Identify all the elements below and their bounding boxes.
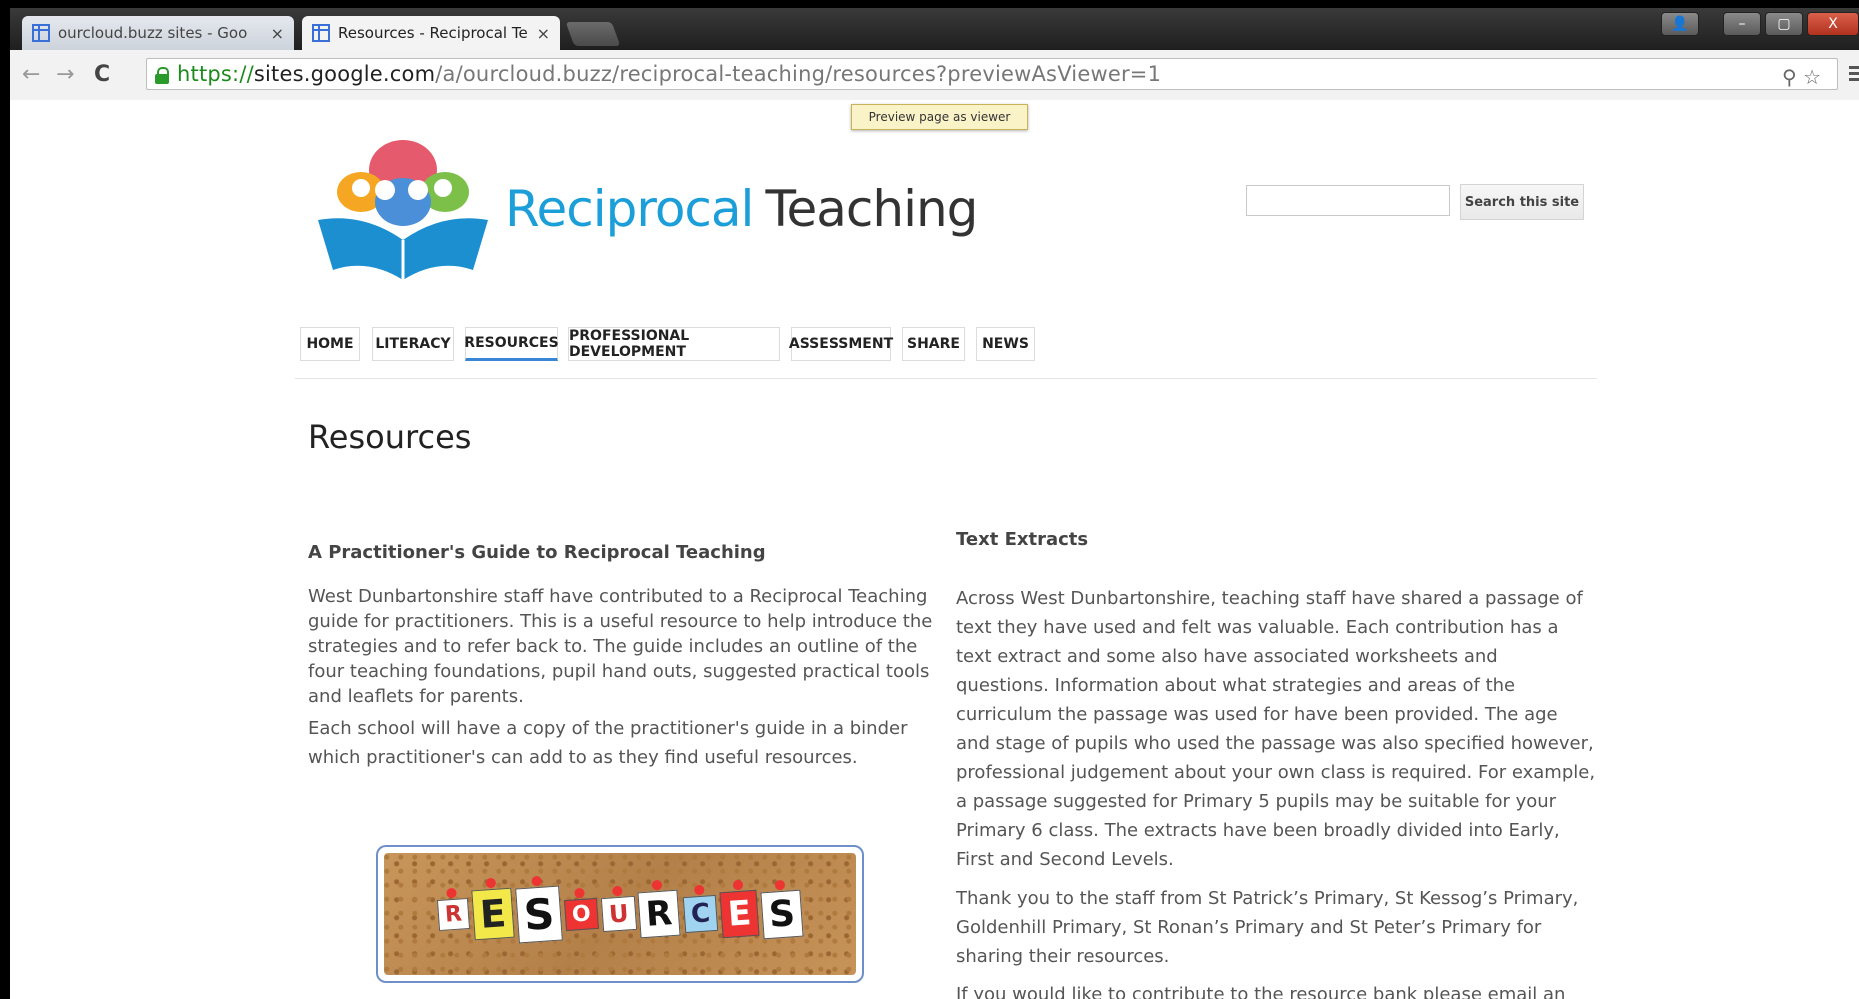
tab-strip: ourcloud.buzz sites - Goo × Resources - …	[10, 8, 1859, 50]
resources-banner-image[interactable]: R E S O U R C E S	[376, 845, 864, 983]
close-icon[interactable]: ×	[271, 24, 284, 43]
close-icon[interactable]: ×	[537, 24, 550, 43]
text-extracts-paragraph: Across West Dunbartonshire, teaching sta…	[956, 588, 1596, 870]
letter-tile: O	[564, 897, 599, 931]
letter-tile: R	[637, 889, 682, 939]
maximize-button[interactable]: ▢	[1765, 12, 1803, 36]
search-button[interactable]: Search this site	[1460, 184, 1584, 220]
site-header: Reciprocal Teaching	[305, 110, 978, 310]
search-input[interactable]	[1246, 185, 1450, 216]
back-arrow-icon[interactable]: ←	[22, 62, 40, 87]
letter-tile: E	[471, 887, 515, 941]
contribute-paragraph: If you would like to contribute to the r…	[956, 984, 1566, 999]
nav-home[interactable]: HOME	[300, 327, 360, 361]
letter-tile: R	[437, 897, 471, 931]
tab-ourcloud-sites[interactable]: ourcloud.buzz sites - Goo ×	[22, 16, 294, 50]
url-text[interactable]: https://sites.google.com/a/ourcloud.buzz…	[177, 62, 1161, 86]
screen-frame: ourcloud.buzz sites - Goo × Resources - …	[0, 0, 1859, 999]
cork-board: R E S O U R C E S	[384, 853, 856, 975]
practitioner-guide-paragraph: West Dunbartonshire staff have contribut…	[308, 586, 933, 707]
preview-tooltip: Preview page as viewer	[851, 104, 1028, 130]
page-content: Reciprocal Teaching Search this site HOME…	[10, 100, 1859, 999]
forward-arrow-icon[interactable]: →	[56, 62, 74, 87]
nav-share[interactable]: SHARE	[902, 327, 965, 361]
letter-tile: U	[600, 895, 637, 933]
binder-paragraph: Each school will have a copy of the prac…	[308, 718, 908, 768]
sites-page-icon	[32, 24, 50, 42]
address-bar[interactable]: https://sites.google.com/a/ourcloud.buzz…	[146, 58, 1838, 90]
nav-resources[interactable]: RESOURCES	[464, 327, 559, 361]
nav-professional-development[interactable]: PROFESSIONAL DEVELOPMENT	[568, 327, 780, 361]
sites-page-icon	[312, 24, 330, 42]
practitioner-guide-heading: A Practitioner's Guide to Reciprocal Tea…	[308, 542, 766, 563]
letter-tile: C	[682, 894, 718, 934]
text-extracts-heading: Text Extracts	[956, 529, 1089, 550]
nav-divider	[295, 378, 1597, 379]
close-window-button[interactable]: X	[1807, 12, 1859, 36]
letter-tile: S	[760, 889, 804, 939]
tab-title: Resources - Reciprocal Te	[338, 24, 528, 42]
thanks-paragraph: Thank you to the staff from St Patrick’s…	[956, 888, 1579, 967]
zoom-icon[interactable]: ⚲	[1782, 65, 1797, 89]
nav-news[interactable]: NEWS	[976, 327, 1035, 361]
site-logo-text[interactable]: Reciprocal Teaching	[505, 180, 978, 238]
bookmark-star-icon[interactable]: ☆	[1803, 65, 1821, 89]
window-controls: 👤 – ▢ X	[1657, 12, 1859, 36]
nav-assessment[interactable]: ASSESSMENT	[789, 327, 893, 361]
browser-window: ourcloud.buzz sites - Goo × Resources - …	[10, 8, 1859, 999]
omnibox-icons: ⚲ ☆	[1782, 65, 1821, 89]
letter-tile: E	[719, 889, 760, 939]
secure-lock-icon[interactable]	[155, 67, 169, 84]
nav-literacy[interactable]: LITERACY	[372, 327, 454, 361]
letter-tile: S	[515, 885, 564, 943]
reciprocal-teaching-logo[interactable]	[313, 130, 493, 290]
browser-toolbar: ← → C https://sites.google.com/a/ourclou…	[10, 50, 1859, 101]
page-title: Resources	[308, 418, 472, 456]
tab-title: ourcloud.buzz sites - Goo	[58, 24, 248, 42]
reload-icon[interactable]: C	[94, 62, 110, 87]
chrome-menu-icon[interactable]	[1849, 66, 1859, 84]
tab-resources[interactable]: Resources - Reciprocal Te ×	[302, 16, 560, 50]
minimize-button[interactable]: –	[1723, 12, 1761, 36]
user-profile-icon[interactable]: 👤	[1661, 12, 1699, 36]
new-tab-button[interactable]	[565, 22, 621, 46]
